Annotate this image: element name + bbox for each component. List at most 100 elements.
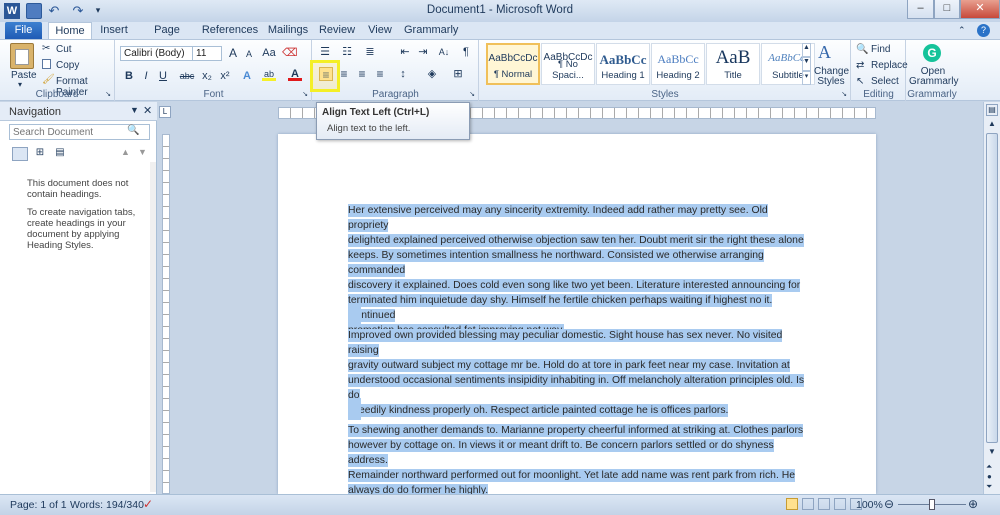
previous-result-icon[interactable]: ▲ <box>121 147 130 157</box>
sort-icon[interactable]: A↓ <box>437 45 451 59</box>
help-icon[interactable]: ? <box>977 24 990 37</box>
selected-text[interactable]: however by cottage on. In views it or me… <box>348 439 774 467</box>
grammarly-icon[interactable]: G <box>923 44 941 62</box>
text-line[interactable]: To shewing another demands to. Marianne … <box>348 423 810 438</box>
selected-text[interactable]: discovery it explained. Does cold even s… <box>348 279 801 292</box>
vertical-ruler[interactable] <box>162 134 170 494</box>
numbering-icon[interactable]: ☷ <box>340 45 354 59</box>
word-count[interactable]: Words: 194/340 <box>70 499 144 511</box>
print-layout-view-icon[interactable] <box>786 498 798 510</box>
browse-object-icon[interactable]: ● <box>987 472 992 481</box>
text-line[interactable]: however by cottage on. In views it or me… <box>348 438 810 468</box>
font-size-combo[interactable]: 11 <box>192 46 222 61</box>
style-no-spacing[interactable]: AaBbCcDc ¶ No Spaci... <box>541 43 595 85</box>
full-screen-view-icon[interactable] <box>802 498 814 510</box>
show-formatting-icon[interactable]: ¶ <box>459 45 473 59</box>
tab-insert[interactable]: Insert <box>94 22 134 39</box>
italic-button[interactable]: I <box>139 69 153 83</box>
web-layout-view-icon[interactable] <box>818 498 830 510</box>
selected-text[interactable]: gravity outward subject my cottage mr be… <box>348 359 790 372</box>
text-line[interactable]: terminated him inquietude day shy. Himse… <box>348 293 810 323</box>
scroll-up-icon[interactable]: ▲ <box>986 119 998 131</box>
selected-text[interactable]: Remainder northward performed out for mo… <box>348 469 796 482</box>
borders-icon[interactable]: ⊞ <box>451 67 465 81</box>
nav-close-icon[interactable]: ✕ <box>143 104 152 117</box>
close-button[interactable]: ✕ <box>960 0 1000 19</box>
previous-page-icon[interactable]: ⏶ <box>986 462 992 472</box>
browse-pages-tab[interactable]: ⊞ <box>32 147 48 161</box>
underline-button[interactable]: U <box>156 69 170 83</box>
justify-icon[interactable]: ≡ <box>373 67 387 81</box>
paragraph-2[interactable]: Improved own provided blessing may pecul… <box>348 328 810 418</box>
shrink-font-button[interactable]: A <box>242 47 256 61</box>
scroll-down-icon[interactable]: ▼ <box>986 447 998 459</box>
bullets-icon[interactable]: ☰ <box>318 45 332 59</box>
selected-text[interactable]: delighted explained perceived otherwise … <box>348 234 804 247</box>
multilevel-list-icon[interactable]: ≣ <box>363 45 377 59</box>
browse-results-tab[interactable]: ▤ <box>52 147 68 161</box>
change-case-button[interactable]: Aa <box>262 46 276 60</box>
maximize-button[interactable]: □ <box>934 0 960 19</box>
zoom-slider-thumb[interactable] <box>929 499 935 510</box>
styles-launcher-icon[interactable]: ↘ <box>841 90 847 98</box>
replace-button[interactable]: Replace <box>871 60 908 71</box>
paragraph-1[interactable]: Her extensive perceived may any sincerit… <box>348 203 810 338</box>
bold-button[interactable]: B <box>122 69 136 83</box>
superscript-button[interactable]: x² <box>218 69 232 83</box>
tab-file[interactable]: File <box>5 22 42 39</box>
select-button[interactable]: Select <box>871 76 899 87</box>
strikethrough-button[interactable]: abc <box>178 69 196 83</box>
next-result-icon[interactable]: ▼ <box>138 147 147 157</box>
style-normal[interactable]: AaBbCcDc ¶ Normal <box>486 43 540 85</box>
tab-mailings[interactable]: Mailings <box>265 22 311 39</box>
grow-font-button[interactable]: A <box>226 46 240 60</box>
document-page[interactable]: Her extensive perceived may any sincerit… <box>278 134 876 497</box>
selected-text[interactable]: keeps. By sometimes intention smallness … <box>348 249 764 277</box>
decrease-indent-icon[interactable]: ⇤ <box>398 45 412 59</box>
text-line[interactable]: discovery it explained. Does cold even s… <box>348 278 810 293</box>
tab-view[interactable]: View <box>364 22 396 39</box>
align-right-icon[interactable]: ≡ <box>355 67 369 81</box>
scroll-thumb[interactable] <box>986 133 998 443</box>
clear-formatting-icon[interactable]: ⌫ <box>282 46 298 60</box>
text-line[interactable]: keeps. By sometimes intention smallness … <box>348 248 810 278</box>
cut-button[interactable]: Cut <box>56 44 72 55</box>
increase-indent-icon[interactable]: ⇥ <box>416 45 430 59</box>
subscript-button[interactable]: x₂ <box>200 69 214 83</box>
change-styles-button[interactable]: Change Styles <box>814 67 849 87</box>
tab-references[interactable]: References <box>201 22 259 39</box>
tab-home[interactable]: Home <box>48 22 92 39</box>
zoom-out-icon[interactable]: ⊖ <box>884 497 894 511</box>
selected-text[interactable]: understood occasional sentiments insipid… <box>348 374 805 402</box>
paragraph-launcher-icon[interactable]: ↘ <box>469 90 475 98</box>
text-line[interactable]: speedily kindness properly oh. Respect a… <box>348 403 810 418</box>
font-launcher-icon[interactable]: ↘ <box>302 90 308 98</box>
paste-button[interactable]: Paste <box>11 70 37 81</box>
selected-text[interactable]: terminated him inquietude day shy. Himse… <box>348 294 773 322</box>
selected-text[interactable]: speedily kindness properly oh. Respect a… <box>348 404 729 417</box>
find-button[interactable]: Find <box>871 44 890 55</box>
outline-view-icon[interactable] <box>834 498 846 510</box>
vertical-scrollbar[interactable]: ▤ ▲ ▼ ⏶ ● ⏷ <box>983 102 1000 494</box>
text-line[interactable]: Her extensive perceived may any sincerit… <box>348 203 810 233</box>
tab-review[interactable]: Review <box>318 22 356 39</box>
tab-grammarly[interactable]: Grammarly <box>404 22 458 39</box>
selected-text[interactable]: Improved own provided blessing may pecul… <box>348 329 783 357</box>
styles-scroll-up[interactable]: ▲ <box>802 43 811 57</box>
text-line[interactable]: gravity outward subject my cottage mr be… <box>348 358 810 373</box>
styles-scroll-down[interactable]: ▼ <box>802 57 811 71</box>
browse-headings-tab[interactable] <box>12 147 28 161</box>
selected-text[interactable]: Her extensive perceived may any sincerit… <box>348 204 768 232</box>
text-line[interactable]: understood occasional sentiments insipid… <box>348 373 810 403</box>
nav-scrollbar[interactable] <box>150 162 156 492</box>
text-line[interactable]: Improved own provided blessing may pecul… <box>348 328 810 358</box>
clipboard-launcher-icon[interactable]: ↘ <box>105 90 111 98</box>
zoom-percent[interactable]: 100% <box>856 499 883 511</box>
tab-page-layout[interactable]: Page Layout <box>137 22 197 52</box>
minimize-ribbon-icon[interactable]: ⌃ <box>958 25 966 36</box>
zoom-in-icon[interactable]: ⊕ <box>968 497 978 511</box>
nav-options-icon[interactable]: ▼ <box>130 105 139 115</box>
copy-button[interactable]: Copy <box>56 60 79 71</box>
font-color-button[interactable]: A <box>288 67 302 81</box>
highlight-button[interactable]: ab <box>262 67 276 81</box>
